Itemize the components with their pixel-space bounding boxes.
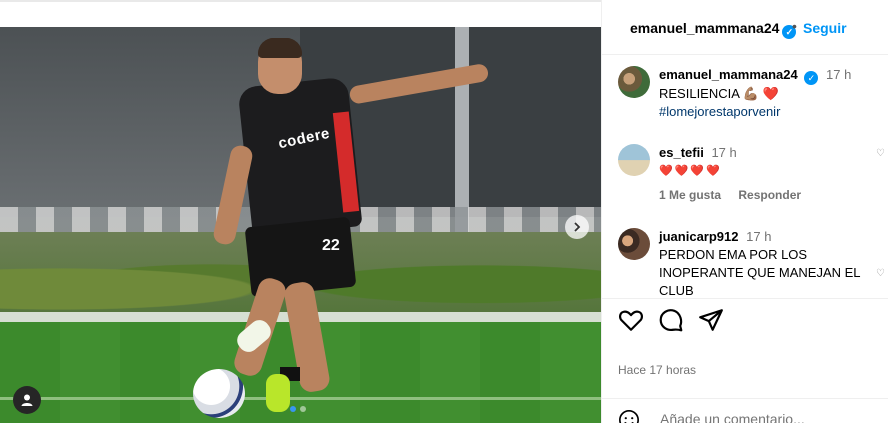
- comment-actions: 1 Me gusta Responder: [659, 186, 884, 204]
- carousel-dot-active: [290, 406, 296, 412]
- comment-likes-count[interactable]: 1 Me gusta: [659, 188, 721, 202]
- reply-button[interactable]: Responder: [738, 188, 801, 202]
- hashtag-link[interactable]: #lomejorestaporvenir: [659, 103, 884, 121]
- verified-badge-icon: ✓: [804, 71, 819, 85]
- comment-username[interactable]: es_tefii: [659, 145, 704, 160]
- comment-text: RESILIENCIA 💪🏽 ❤️: [659, 86, 779, 101]
- share-icon[interactable]: [698, 307, 724, 333]
- comments-list[interactable]: emanuel_mammana24 ✓ 17 h RESILIENCIA 💪🏽 …: [602, 56, 888, 296]
- comment-body: emanuel_mammana24 ✓ 17 h RESILIENCIA 💪🏽 …: [659, 66, 884, 121]
- shorts-number: 22: [322, 237, 340, 254]
- emoji-icon[interactable]: [618, 409, 640, 423]
- soccer-ball: [193, 369, 245, 418]
- user-icon: [21, 394, 33, 406]
- avatar[interactable]: [618, 228, 650, 260]
- header-user[interactable]: emanuel_mammana24 ✓: [630, 20, 797, 39]
- player-right-boot: [266, 374, 290, 412]
- tagged-users-button[interactable]: [13, 386, 41, 414]
- comment-like-heart-icon[interactable]: ♡: [876, 148, 885, 159]
- post-header: emanuel_mammana24 ✓ • Seguir: [602, 0, 888, 55]
- next-image-button[interactable]: [565, 215, 589, 239]
- post-side-panel: emanuel_mammana24 ✓ • Seguir emanuel_mamm…: [601, 0, 888, 423]
- heart-icon[interactable]: [618, 307, 644, 333]
- post-time-ago[interactable]: Hace 17 horas: [618, 363, 696, 377]
- avatar[interactable]: [618, 66, 650, 98]
- player-right-arm: [348, 62, 490, 105]
- comment-body: es_tefii 17 h ❤️❤️❤️❤️ 1 Me gusta Respon…: [659, 144, 884, 204]
- post-image[interactable]: codere 22: [0, 27, 601, 423]
- comment-time[interactable]: 17 h: [711, 145, 736, 160]
- header-username[interactable]: emanuel_mammana24: [630, 20, 779, 36]
- comment-username[interactable]: juanicarp912: [659, 229, 739, 244]
- comment-text: PERDON EMA POR LOS INOPERANTE QUE MANEJA…: [659, 247, 861, 296]
- comment-time[interactable]: 17 h: [746, 229, 771, 244]
- separator-dot: •: [792, 18, 797, 34]
- post-action-bar: [602, 298, 888, 348]
- comment-text: ❤️❤️❤️❤️: [659, 165, 722, 177]
- comment-like-heart-icon[interactable]: ♡: [876, 268, 885, 279]
- add-comment-bar: [602, 398, 888, 423]
- comment-icon[interactable]: [658, 307, 684, 333]
- comment-username[interactable]: emanuel_mammana24: [659, 67, 798, 82]
- follow-button[interactable]: Seguir: [803, 20, 847, 36]
- comment-body: juanicarp912 17 h PERDON EMA POR LOS INO…: [659, 228, 884, 296]
- comment-time[interactable]: 17 h: [826, 67, 851, 82]
- image-player: codere 22: [0, 27, 601, 423]
- chevron-right-icon: [574, 222, 581, 232]
- avatar[interactable]: [618, 144, 650, 176]
- add-comment-input[interactable]: [660, 411, 860, 423]
- carousel-indicator: [290, 406, 306, 412]
- player-hair-top: [258, 38, 302, 58]
- carousel-dot: [300, 406, 306, 412]
